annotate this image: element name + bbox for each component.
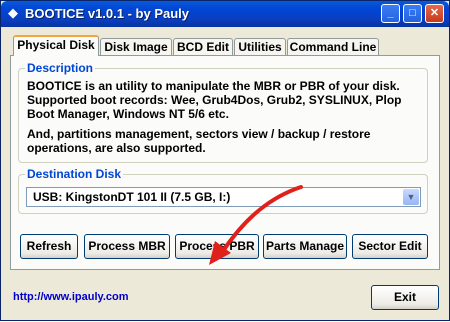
website-link[interactable]: http://www.ipauly.com (13, 291, 129, 303)
exit-button[interactable]: Exit (371, 285, 439, 310)
maximize-button[interactable]: □ (403, 4, 422, 23)
description-legend: Description (25, 61, 96, 75)
window-title: BOOTICE v1.0.1 - by Pauly (25, 6, 189, 21)
chevron-down-icon[interactable]: ▼ (403, 189, 419, 205)
tab-bcd-edit[interactable]: BCD Edit (173, 38, 233, 55)
process-pbr-button[interactable]: Process PBR (175, 234, 259, 259)
close-button[interactable]: ✕ (425, 4, 444, 23)
description-paragraph-2: And, partitions management, sectors view… (27, 127, 371, 155)
refresh-button[interactable]: Refresh (20, 234, 78, 259)
tab-utilities[interactable]: Utilities (234, 38, 286, 55)
app-icon: ◆ (8, 5, 18, 20)
description-paragraph-1: BOOTICE is an utility to manipulate the … (27, 79, 402, 121)
destination-disk-value: USB: KingstonDT 101 II (7.5 GB, I:) (33, 190, 231, 204)
description-group: Description BOOTICE is an utility to man… (18, 61, 428, 163)
sector-edit-button[interactable]: Sector Edit (352, 234, 428, 259)
minimize-button[interactable]: _ (381, 4, 400, 23)
parts-manage-button[interactable]: Parts Manage (263, 234, 347, 259)
description-text: BOOTICE is an utility to manipulate the … (27, 79, 422, 161)
process-mbr-button[interactable]: Process MBR (84, 234, 170, 259)
tab-command-line[interactable]: Command Line (287, 38, 379, 55)
destination-disk-select[interactable]: USB: KingstonDT 101 II (7.5 GB, I:) ▼ (26, 187, 421, 207)
tab-disk-image[interactable]: Disk Image (100, 38, 172, 55)
destination-disk-legend: Destination Disk (25, 167, 124, 181)
destination-disk-group: Destination Disk USB: KingstonDT 101 II … (18, 167, 428, 214)
tab-physical-disk[interactable]: Physical Disk (13, 35, 99, 56)
title-bar[interactable]: ◆ BOOTICE v1.0.1 - by Pauly _ □ ✕ (1, 1, 449, 27)
physical-disk-panel: Description BOOTICE is an utility to man… (10, 55, 440, 270)
app-window: ◆ BOOTICE v1.0.1 - by Pauly _ □ ✕ Physic… (0, 0, 450, 321)
